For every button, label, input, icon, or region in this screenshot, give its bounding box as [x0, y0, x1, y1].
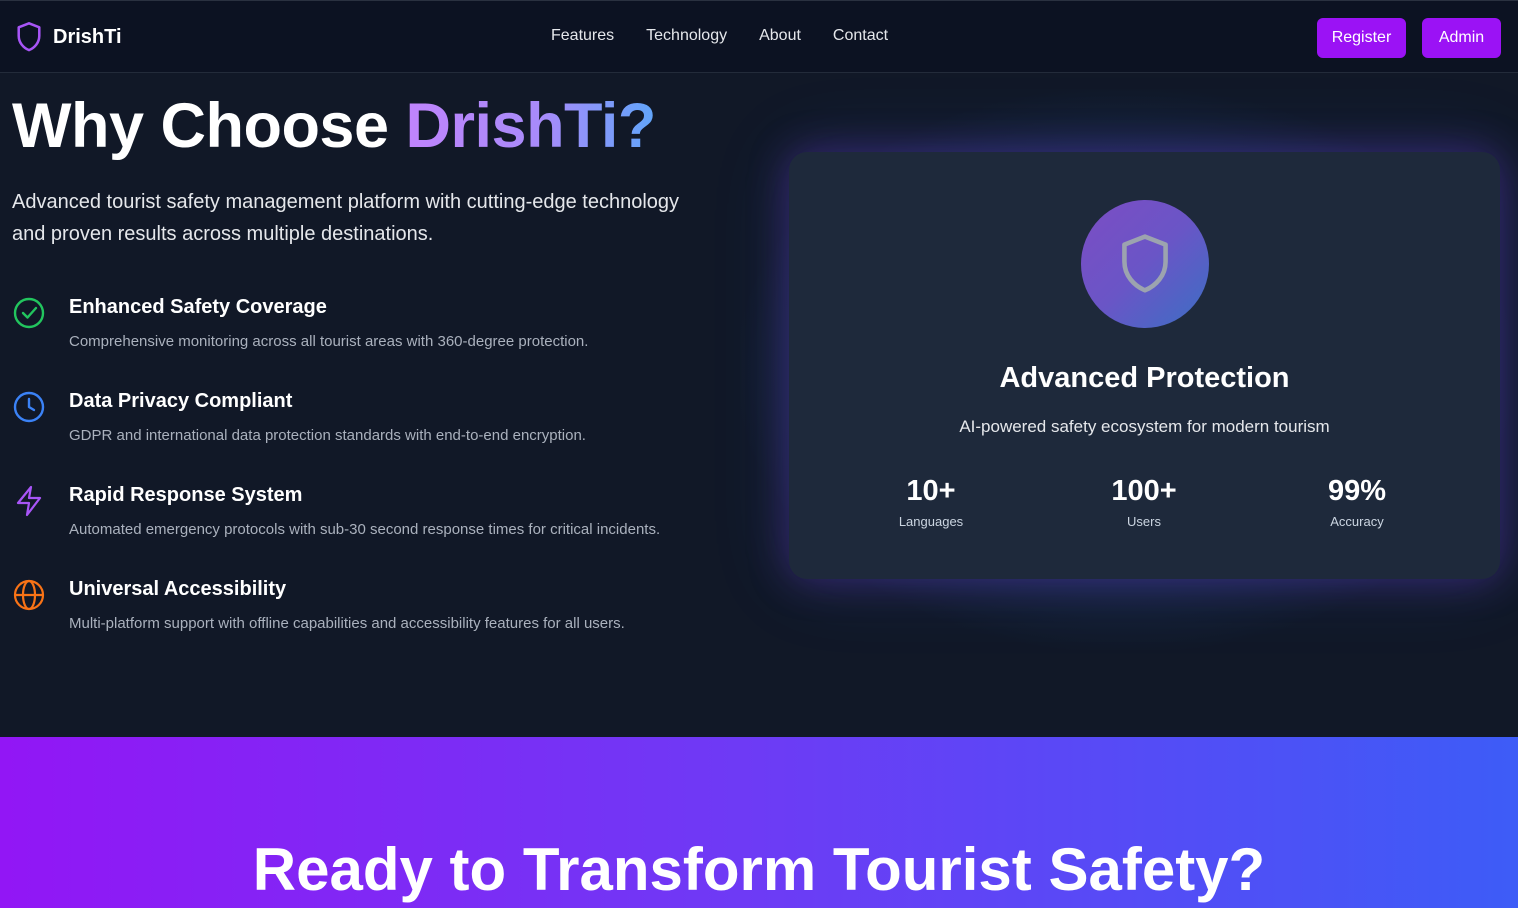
feature-description: Automated emergency protocols with sub-3… — [69, 521, 661, 538]
feature-description: Multi-platform support with offline capa… — [69, 615, 625, 632]
nav-link-about[interactable]: About — [759, 27, 801, 45]
lightning-icon — [12, 484, 46, 518]
protection-badge — [1081, 200, 1209, 328]
main-nav: Features Technology About Contact — [551, 27, 920, 45]
clock-icon — [12, 390, 46, 424]
stat-value: 100+ — [1111, 475, 1177, 507]
check-circle-icon — [12, 296, 46, 330]
top-navbar: DrishTi Features Technology About Contac… — [0, 0, 1518, 73]
page-subtitle: Advanced tourist safety management platf… — [12, 191, 680, 245]
feature-title: Enhanced Safety Coverage — [69, 296, 327, 318]
cta-title: Ready to Transform Tourist Safety? — [252, 836, 1266, 903]
admin-button[interactable]: Admin — [1422, 18, 1501, 58]
feature-title: Data Privacy Compliant — [69, 390, 293, 412]
shield-icon — [17, 22, 41, 52]
nav-link-technology[interactable]: Technology — [646, 27, 727, 45]
globe-icon — [12, 578, 46, 612]
protection-card: Advanced Protection AI-powered safety ec… — [789, 152, 1500, 579]
stat-label: Languages — [898, 514, 964, 529]
card-subtitle: AI-powered safety ecosystem for modern t… — [959, 417, 1330, 436]
stat-label: Accuracy — [1330, 514, 1384, 529]
page-title-accent: DrishTi? — [405, 91, 657, 161]
feature-title: Rapid Response System — [69, 484, 303, 506]
cta-section: Ready to Transform Tourist Safety? — [0, 737, 1518, 908]
stat-users: 100+ Users — [1044, 475, 1244, 529]
nav-link-contact[interactable]: Contact — [833, 27, 888, 45]
feature-description: Comprehensive monitoring across all tour… — [69, 333, 589, 350]
stat-label: Users — [1127, 514, 1161, 529]
stat-value: 10+ — [906, 475, 956, 507]
register-button[interactable]: Register — [1317, 18, 1406, 58]
brand-logo[interactable]: DrishTi — [15, 21, 122, 53]
nav-link-features[interactable]: Features — [551, 27, 614, 45]
card-title: Advanced Protection — [999, 362, 1290, 394]
stat-accuracy: 99% Accuracy — [1257, 475, 1457, 529]
stat-value: 99% — [1327, 475, 1387, 507]
stat-languages: 10+ Languages — [831, 475, 1031, 529]
feature-title: Universal Accessibility — [69, 578, 287, 600]
feature-description: GDPR and international data protection s… — [69, 427, 586, 444]
page-title-prefix: Why Choose — [12, 91, 406, 161]
brand-name: DrishTi — [53, 25, 122, 48]
page-title: Why Choose DrishTi? — [12, 90, 656, 162]
shield-icon — [1122, 234, 1168, 293]
